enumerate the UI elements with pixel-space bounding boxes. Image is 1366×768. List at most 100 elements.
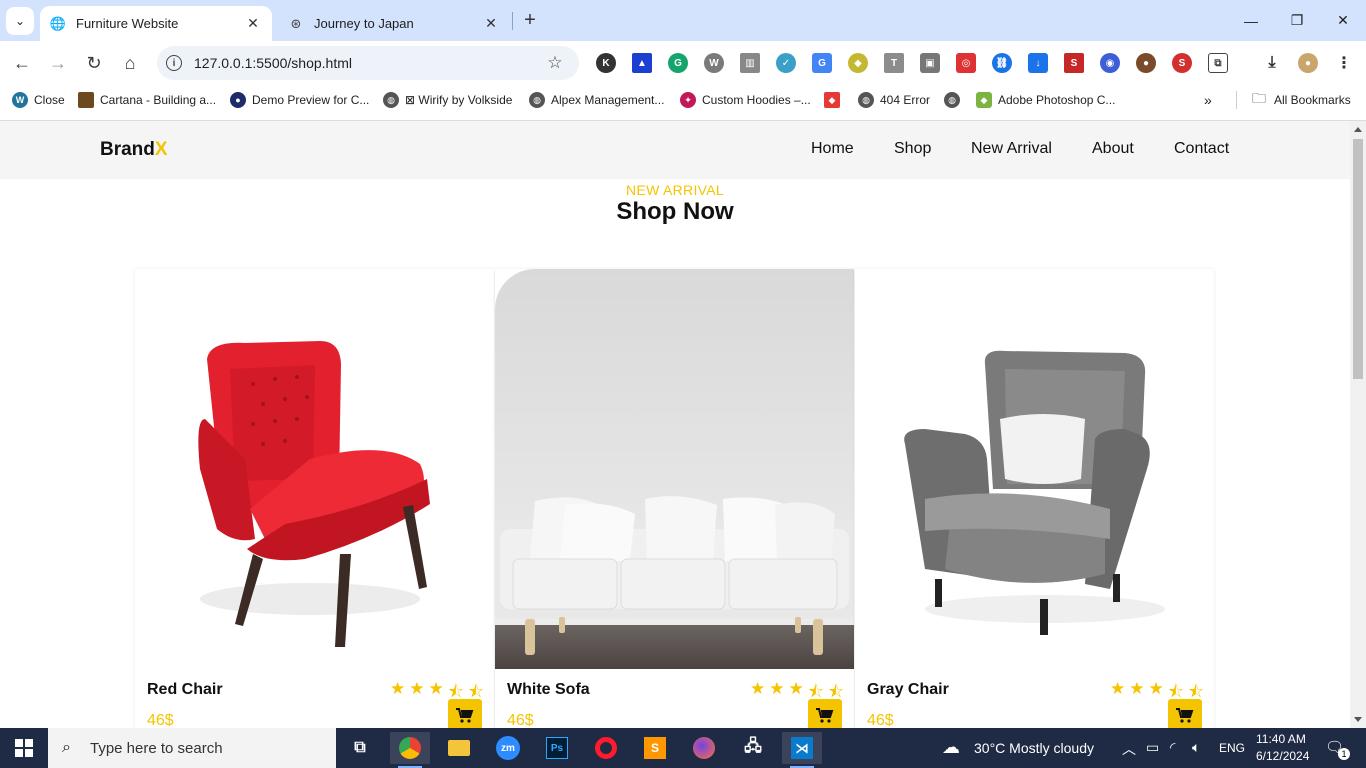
screen-capture-icon[interactable]: ◎ — [956, 53, 976, 73]
extension-icon[interactable]: K — [596, 53, 616, 73]
taskbar-photoshop[interactable]: Ps — [537, 732, 577, 764]
site-info-icon[interactable]: i — [166, 55, 182, 71]
star-icon: ★ — [750, 679, 766, 698]
bookmark-item[interactable]: ◆ — [824, 91, 846, 109]
product-card[interactable]: Gray Chair ★ ★ ★ ⯪ ⯪ 46$ — [855, 269, 1214, 728]
product-card[interactable]: Red Chair ★ ★ ★ ⯪ ⯪ 46$ — [135, 269, 494, 728]
bookmark-item[interactable]: ◆ Adobe Photoshop C... — [976, 91, 1115, 109]
home-button[interactable]: ⌂ — [116, 49, 144, 77]
extension-icon[interactable]: ▥ — [740, 53, 760, 73]
extension-icon[interactable]: ◆ — [848, 53, 868, 73]
grammarly-icon[interactable]: G — [668, 53, 688, 73]
address-bar[interactable]: i 127.0.0.1:5500/shop.html ☆ — [157, 46, 579, 80]
bookmark-item[interactable]: Cartana - Building a... — [78, 91, 216, 109]
taskbar-chrome[interactable] — [390, 732, 430, 768]
task-view-button[interactable]: ⧉ — [340, 732, 380, 764]
minimize-button[interactable]: — — [1228, 0, 1274, 41]
page-viewport: BrandX Home Shop New Arrival About Conta… — [0, 121, 1350, 728]
extension-icon[interactable]: S — [1172, 53, 1192, 73]
extension-icon[interactable]: ◉ — [1100, 53, 1120, 73]
bookmarks-bar: W Close Cartana - Building a... ● Demo Pre… — [0, 85, 1366, 115]
download-ext-icon[interactable]: ↓ — [1028, 53, 1048, 73]
home-icon: ⌂ — [124, 52, 136, 73]
bookmark-item[interactable]: ◍ ⊠ Wirify by Volkside — [383, 91, 512, 109]
bookmark-item[interactable]: ◍ — [944, 91, 966, 109]
battery-icon[interactable]: ▭ — [1146, 739, 1159, 756]
bookmark-star-icon[interactable]: ☆ — [543, 53, 567, 73]
cookie-icon[interactable]: ● — [1136, 53, 1156, 73]
translate-icon[interactable]: G — [812, 53, 832, 73]
bookmark-item[interactable]: ◍ Alpex Management... — [529, 91, 664, 109]
nav-link-contact[interactable]: Contact — [1174, 140, 1229, 158]
taskbar-opera[interactable] — [586, 732, 626, 764]
volume-icon[interactable]: 🔈︎ — [1192, 739, 1200, 756]
cart-icon — [1176, 708, 1194, 723]
all-bookmarks-button[interactable]: 🗀 All Bookmarks — [1252, 90, 1351, 109]
new-tab-button[interactable]: + — [518, 8, 542, 32]
page-scrollbar[interactable] — [1350, 121, 1366, 728]
tab-strip: ⌄ 🌐 Furniture Website ✕ ⊛ Journey to Jap… — [0, 0, 1366, 41]
close-icon[interactable]: ✕ — [244, 15, 262, 33]
chevron-up-icon[interactable]: ︿ — [1122, 739, 1136, 759]
taskbar-firefox[interactable] — [684, 732, 724, 764]
globe-icon: ◍ — [529, 92, 545, 108]
product-price: 46$ — [147, 712, 174, 728]
taskbar-network-app[interactable]: 🖧 — [733, 732, 773, 764]
taskbar-vscode[interactable]: ⋊ — [782, 732, 822, 768]
link-icon[interactable]: ⛓ — [992, 53, 1012, 73]
extension-icon[interactable]: ✓ — [776, 53, 796, 73]
nav-link-shop[interactable]: Shop — [894, 140, 931, 158]
add-to-cart-button[interactable] — [1168, 699, 1202, 728]
restore-button[interactable]: ❐ — [1274, 0, 1320, 41]
taskbar-file-explorer[interactable] — [439, 732, 479, 764]
scroll-down-arrow[interactable] — [1354, 717, 1362, 722]
star-icon: ★ — [1129, 679, 1145, 698]
extension-icon[interactable]: ▲ — [632, 53, 652, 73]
reload-button[interactable]: ↻ — [80, 49, 108, 77]
add-to-cart-button[interactable] — [448, 699, 482, 728]
bookmark-item[interactable]: ✦ Custom Hoodies –... — [680, 91, 811, 109]
scrollbar-thumb[interactable] — [1353, 139, 1363, 379]
scroll-up-arrow[interactable] — [1354, 127, 1362, 132]
nav-link-home[interactable]: Home — [811, 140, 854, 158]
nav-link-about[interactable]: About — [1092, 140, 1134, 158]
product-card[interactable]: White Sofa ★ ★ ★ ⯪ ⯪ 46$ — [495, 269, 854, 728]
gray-chair-illustration — [904, 350, 1165, 635]
tab-journey-to-japan[interactable]: ⊛ Journey to Japan ✕ — [278, 6, 510, 41]
start-button[interactable] — [0, 728, 48, 768]
tab-title: Furniture Website — [76, 16, 179, 31]
clock-time[interactable]: 11:40 AM — [1256, 732, 1306, 746]
url-text[interactable]: 127.0.0.1:5500/shop.html — [194, 55, 543, 71]
tab-search-button[interactable]: ⌄ — [6, 7, 34, 35]
extension-icon[interactable]: T — [884, 53, 904, 73]
forward-button[interactable]: → — [44, 49, 72, 77]
downloads-icon[interactable]: ⤓ — [1262, 53, 1282, 73]
clock-date[interactable]: 6/12/2024 — [1256, 749, 1309, 763]
taskbar-search-box[interactable]: ⌕ Type here to search — [48, 728, 336, 768]
profile-avatar[interactable]: ● — [1298, 53, 1318, 73]
globe-icon: ◍ — [944, 92, 960, 108]
wifi-icon[interactable]: ◜ — [1170, 739, 1175, 756]
bookmark-item[interactable]: W Close — [12, 91, 65, 109]
extensions-puzzle-icon[interactable]: ⧉ — [1208, 53, 1228, 73]
bookmark-item[interactable]: ◍ 404 Error — [858, 91, 930, 109]
bookmark-item[interactable]: ● Demo Preview for C... — [230, 91, 369, 109]
menu-kebab-icon[interactable]: ⋮ — [1334, 53, 1354, 73]
site-logo[interactable]: BrandX — [100, 139, 168, 161]
weather-cloud-icon[interactable]: ☁ — [942, 737, 960, 758]
language-indicator[interactable]: ENG — [1219, 741, 1245, 755]
close-icon[interactable]: ✕ — [482, 15, 500, 33]
back-button[interactable]: ← — [8, 49, 36, 77]
weather-text[interactable]: 30°C Mostly cloudy — [974, 740, 1094, 756]
tab-furniture-website[interactable]: 🌐 Furniture Website ✕ — [40, 6, 272, 41]
nav-link-new-arrival[interactable]: New Arrival — [971, 140, 1052, 158]
wordpress-icon[interactable]: W — [704, 53, 724, 73]
more-bookmarks-button[interactable]: » — [1204, 91, 1212, 109]
extension-icon[interactable]: S — [1064, 53, 1084, 73]
add-to-cart-button[interactable] — [808, 699, 842, 728]
star-icon: ★ — [409, 679, 425, 698]
taskbar-sublime[interactable]: S — [635, 732, 675, 764]
camera-icon[interactable]: ▣ — [920, 53, 940, 73]
window-close-button[interactable]: ✕ — [1320, 0, 1366, 41]
taskbar-zoom[interactable]: zm — [488, 732, 528, 764]
